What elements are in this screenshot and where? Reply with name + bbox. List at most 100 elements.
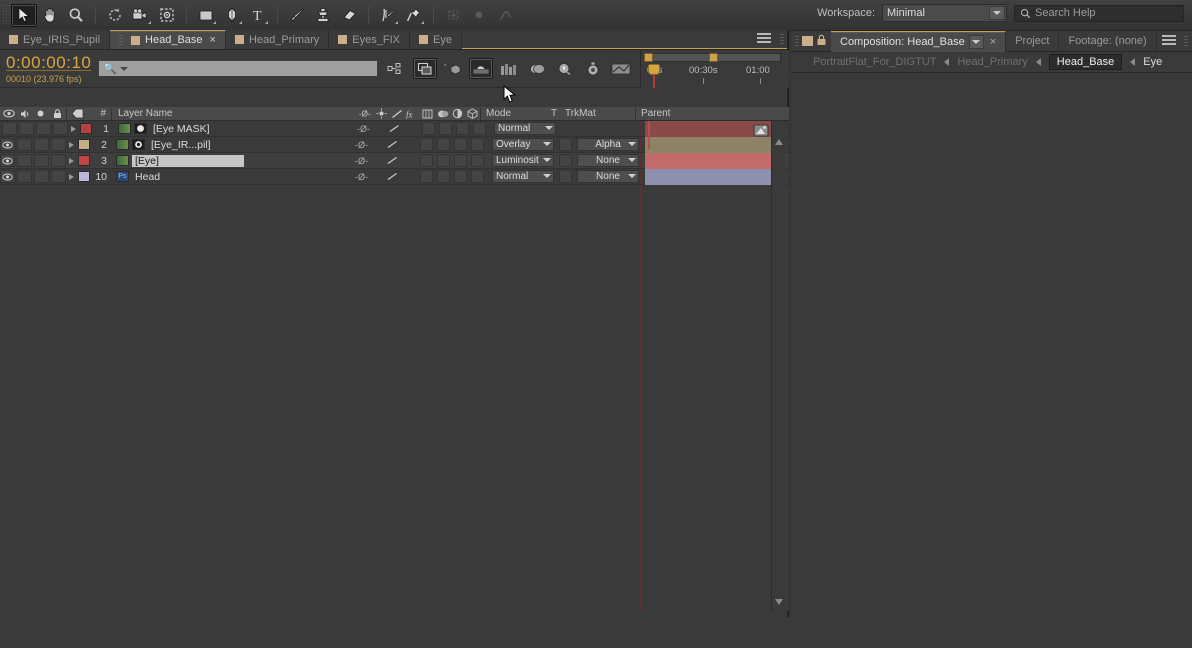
roto-brush-tool[interactable] bbox=[375, 4, 401, 27]
motion-blur-toggle[interactable] bbox=[439, 122, 452, 135]
preserve-transparency-toggle[interactable] bbox=[559, 154, 572, 167]
layer-label-color[interactable] bbox=[80, 123, 92, 134]
panel-menu-icon[interactable] bbox=[757, 33, 771, 45]
video-toggle[interactable] bbox=[0, 154, 15, 167]
frame-blend-toggle[interactable] bbox=[420, 170, 433, 183]
search-help-input[interactable]: Search Help bbox=[1014, 4, 1184, 22]
workspace-select[interactable]: Minimal bbox=[882, 4, 1007, 22]
audio-toggle[interactable] bbox=[17, 154, 32, 167]
track-matte-select[interactable]: None bbox=[577, 170, 639, 183]
audio-toggle[interactable] bbox=[19, 122, 34, 135]
adjustment-toggle[interactable] bbox=[454, 138, 467, 151]
comp-flowchart-icon[interactable] bbox=[385, 58, 409, 79]
shy-toggle[interactable]: -Ø- bbox=[353, 156, 370, 166]
brainstorm-icon[interactable] bbox=[497, 58, 521, 79]
lock-toggle[interactable] bbox=[53, 122, 68, 135]
panel-grip-icon[interactable] bbox=[1184, 34, 1188, 48]
hand-tool[interactable] bbox=[37, 4, 63, 27]
tab-footage[interactable]: Footage: (none) bbox=[1059, 30, 1157, 52]
adjustment-toggle[interactable] bbox=[456, 122, 469, 135]
tab-project[interactable]: Project bbox=[1006, 30, 1060, 52]
blend-mode-select[interactable]: Normal bbox=[494, 122, 556, 135]
quality-toggle[interactable] bbox=[385, 156, 400, 165]
layer-name[interactable]: [Eye MASK] bbox=[150, 123, 213, 135]
tab-eyes-fix[interactable]: Eyes_FIX bbox=[329, 30, 410, 49]
motion-blur-toggle[interactable] bbox=[437, 138, 450, 151]
adjustment-toggle[interactable] bbox=[454, 170, 467, 183]
track-matte-select[interactable]: Alpha bbox=[577, 138, 639, 151]
toolbar-grip[interactable] bbox=[2, 4, 11, 26]
snapping-icon[interactable] bbox=[466, 4, 492, 27]
quality-toggle[interactable] bbox=[385, 140, 400, 149]
chevron-down-icon[interactable] bbox=[119, 66, 128, 71]
three-d-toggle[interactable] bbox=[471, 154, 484, 167]
layer-bar[interactable] bbox=[645, 153, 773, 169]
lock-toggle[interactable] bbox=[51, 170, 66, 183]
graph-editor-icon[interactable] bbox=[469, 58, 493, 79]
motion-blur-3d-icon[interactable]: * bbox=[441, 58, 465, 79]
zoom-tool[interactable] bbox=[63, 4, 89, 27]
panel-menu-icon[interactable] bbox=[1162, 35, 1176, 47]
comp-button-icon[interactable] bbox=[753, 123, 769, 137]
solo-toggle[interactable] bbox=[34, 138, 49, 151]
layer-label-color[interactable] bbox=[78, 171, 90, 182]
panel-grip-icon[interactable] bbox=[795, 34, 799, 48]
video-toggle[interactable] bbox=[0, 170, 15, 183]
graph-curve-icon[interactable] bbox=[609, 58, 633, 79]
solo-toggle[interactable] bbox=[36, 122, 51, 135]
expand-triangle-icon[interactable] bbox=[66, 141, 76, 149]
scroll-down-arrow[interactable] bbox=[772, 595, 786, 609]
motion-blur-toggle[interactable] bbox=[437, 154, 450, 167]
layer-bar[interactable] bbox=[645, 137, 773, 153]
layer-name[interactable]: Head bbox=[132, 171, 163, 183]
tab-head-base[interactable]: Head_Base × bbox=[110, 30, 226, 49]
shy-toggle[interactable]: -Ø- bbox=[353, 140, 370, 150]
current-timecode[interactable]: 0:00:00:10 00010 (23.976 fps) bbox=[6, 53, 91, 84]
layers-icon[interactable] bbox=[525, 58, 549, 79]
timeline-ruler[interactable]: 00s 00:30s 01:00 bbox=[640, 50, 789, 88]
layer-label-color[interactable] bbox=[78, 139, 90, 150]
breadcrumb-item-head-primary[interactable]: Head_Primary bbox=[957, 56, 1027, 68]
solo-toggle[interactable] bbox=[34, 170, 49, 183]
layer-name[interactable]: [Eye] bbox=[132, 154, 244, 167]
track-matte-select[interactable]: None bbox=[577, 154, 639, 167]
tab-eye[interactable]: Eye bbox=[409, 30, 462, 49]
clone-stamp-tool[interactable] bbox=[310, 4, 336, 27]
breadcrumb-item-portraitflat[interactable]: PortraitFlat_For_DIGTUT bbox=[813, 56, 936, 68]
blend-mode-select[interactable]: Normal bbox=[492, 170, 554, 183]
shy-toggle[interactable]: -Ø- bbox=[353, 172, 370, 182]
scroll-up-arrow[interactable] bbox=[772, 135, 786, 149]
graph-icon[interactable] bbox=[492, 4, 518, 27]
audio-toggle[interactable] bbox=[17, 170, 32, 183]
shape-tool[interactable] bbox=[193, 4, 219, 27]
lock-toggle[interactable] bbox=[51, 138, 66, 151]
mask-icon[interactable] bbox=[553, 58, 577, 79]
frame-blend-toggle[interactable] bbox=[420, 138, 433, 151]
blend-mode-select[interactable]: Luminosit bbox=[492, 154, 554, 167]
shy-toggle[interactable]: -Ø- bbox=[355, 124, 372, 134]
layer-name[interactable]: [Eye_IR...pil] bbox=[148, 139, 214, 151]
preserve-transparency-toggle[interactable] bbox=[559, 170, 572, 183]
expand-triangle-icon[interactable] bbox=[66, 173, 76, 181]
close-icon[interactable]: × bbox=[210, 34, 216, 46]
blend-mode-select[interactable]: Overlay bbox=[492, 138, 554, 151]
preserve-transparency-toggle[interactable] bbox=[559, 138, 572, 151]
brush-tool[interactable] bbox=[284, 4, 310, 27]
motion-blur-toggle[interactable] bbox=[437, 170, 450, 183]
close-icon[interactable]: × bbox=[990, 36, 996, 48]
layer-bar-row[interactable] bbox=[640, 153, 773, 169]
audio-toggle[interactable] bbox=[17, 138, 32, 151]
current-time-indicator[interactable] bbox=[648, 64, 660, 88]
panel-grip-icon[interactable] bbox=[780, 33, 784, 46]
rotation-tool[interactable] bbox=[102, 4, 128, 27]
adjustment-toggle[interactable] bbox=[454, 154, 467, 167]
layer-label-color[interactable] bbox=[78, 155, 90, 166]
breadcrumb-item-head-base[interactable]: Head_Base bbox=[1048, 54, 1123, 70]
video-toggle[interactable] bbox=[0, 138, 15, 151]
layer-bar-row[interactable] bbox=[640, 137, 773, 153]
chevron-down-icon[interactable] bbox=[968, 34, 984, 49]
three-d-toggle[interactable] bbox=[473, 122, 486, 135]
draft-3d-icon[interactable] bbox=[413, 58, 437, 79]
type-tool[interactable]: T bbox=[245, 4, 271, 27]
layer-bar[interactable] bbox=[645, 169, 773, 185]
